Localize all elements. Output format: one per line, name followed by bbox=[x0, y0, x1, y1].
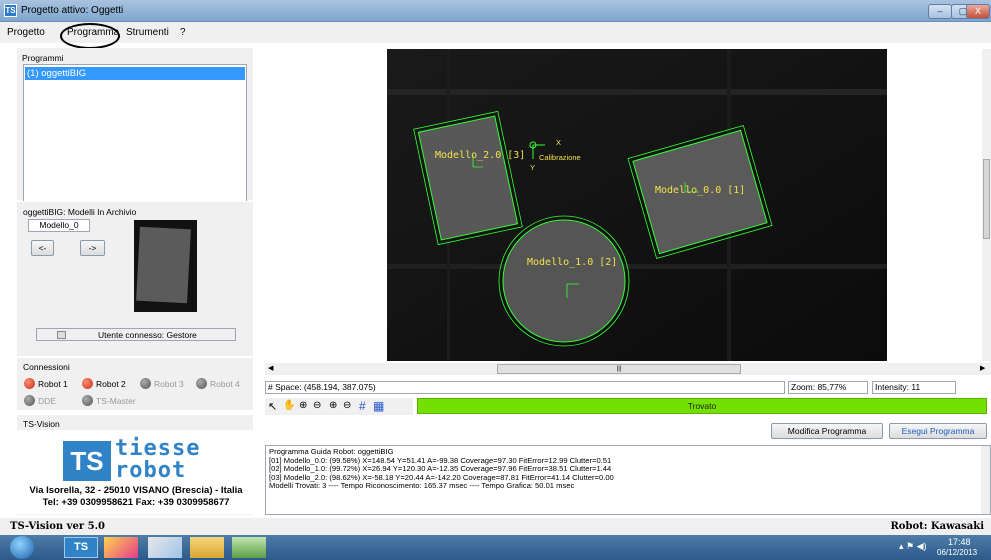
menu-strumenti[interactable]: Strumenti bbox=[126, 27, 169, 38]
dde-label: DDE bbox=[38, 396, 56, 406]
logo-area: TS tiesse robot Via Isorella, 32 - 25010… bbox=[8, 430, 264, 514]
zoom-level[interactable]: Zoom: 85,77% bbox=[788, 381, 868, 394]
programs-title: Programmi bbox=[22, 53, 64, 63]
prev-model-button[interactable]: <- bbox=[31, 240, 54, 256]
tray-flag-icon[interactable]: ▴ ⚑ ◀) bbox=[899, 541, 927, 552]
calib-x-axis-label: X bbox=[556, 138, 562, 147]
clock-time: 17:48 bbox=[948, 537, 971, 547]
hand-icon[interactable]: ✋ bbox=[283, 400, 295, 411]
taskbar-paint-icon[interactable] bbox=[148, 537, 182, 558]
user-label: Utente connesso: Gestore bbox=[98, 330, 197, 340]
label-model-2: Modello_2.0 [3] bbox=[435, 150, 526, 161]
address-line2: Tel: +39 0309958621 Fax: +39 0309958677 bbox=[42, 497, 230, 508]
model-name: Modello_0 bbox=[28, 219, 90, 232]
window-title: Progetto attivo: Oggetti bbox=[21, 5, 124, 16]
zoom-fit-icon[interactable]: ⊕ bbox=[329, 400, 337, 411]
result-status-bar: Trovato bbox=[417, 398, 987, 414]
horizontal-scrollbar[interactable]: ◀ ||| ▶ bbox=[265, 363, 991, 375]
zoom-reset-icon[interactable]: ⊖ bbox=[343, 400, 351, 411]
connections-panel: Connessioni Robot 1 Robot 2 Robot 3 Robo… bbox=[17, 358, 253, 410]
menu-help[interactable]: ? bbox=[180, 27, 186, 38]
footer-bar: TS-Vision ver 5.0 Robot: Kawasaki bbox=[0, 518, 991, 535]
label-model-1: Modello_1.0 [2] bbox=[527, 257, 618, 268]
viewer-margin bbox=[887, 49, 991, 361]
vertical-scroll-thumb[interactable] bbox=[983, 159, 990, 239]
programs-list: (1) oggettiBIG bbox=[23, 64, 247, 206]
next-model-button[interactable]: -> bbox=[80, 240, 105, 256]
menu-bar: Progetto Programma Strumenti ? bbox=[0, 22, 991, 43]
tsvision-title: TS-Vision bbox=[23, 419, 60, 429]
vertical-scrollbar[interactable] bbox=[982, 49, 991, 361]
robot3-status-icon bbox=[140, 378, 151, 389]
camera-view[interactable]: Modello_2.0 [3] Modello_0.0 [1] Modello_… bbox=[387, 49, 890, 361]
highlight-circle bbox=[60, 23, 120, 49]
scroll-right-icon[interactable]: ▶ bbox=[980, 364, 985, 372]
label-model-0: Modello_0.0 [1] bbox=[655, 185, 746, 196]
run-program-button[interactable]: Esegui Programma bbox=[889, 423, 987, 439]
logo-icon: TS bbox=[63, 441, 111, 481]
calib-y-axis-label: Y bbox=[530, 163, 536, 172]
zoom-in-icon[interactable]: ⊕ bbox=[299, 400, 307, 411]
models-panel: oggettiBIG: Modelli In Archivio Modello_… bbox=[17, 201, 253, 356]
taskbar-folder-icon[interactable] bbox=[190, 537, 224, 558]
robot1-status-icon bbox=[24, 378, 35, 389]
address-line1: Via Isorella, 32 - 25010 VISANO (Brescia… bbox=[29, 485, 243, 496]
program-item[interactable]: (1) oggettiBIG bbox=[25, 67, 245, 80]
models-title: oggettiBIG: Modelli In Archivio bbox=[23, 207, 137, 217]
console-scrollbar[interactable] bbox=[981, 446, 990, 514]
dde-status-icon bbox=[24, 395, 35, 406]
tsmaster-status-icon bbox=[82, 395, 93, 406]
connections-title: Connessioni bbox=[23, 362, 70, 372]
clock-date: 06/12/2013 bbox=[937, 548, 978, 557]
robot3-label: Robot 3 bbox=[154, 379, 184, 389]
label-calibration: Calibrazione bbox=[539, 153, 581, 162]
robot2-label: Robot 2 bbox=[96, 379, 126, 389]
pointer-icon[interactable]: ↖ bbox=[268, 400, 277, 413]
scroll-left-icon[interactable]: ◀ bbox=[268, 364, 273, 372]
horizontal-scroll-thumb[interactable]: ||| bbox=[497, 364, 741, 374]
taskbar: TS ▴ ⚑ ◀) 17:48 06/12/2013 bbox=[0, 535, 991, 560]
taskbar-app-icon[interactable] bbox=[104, 537, 138, 558]
robot-label: Robot: Kawasaki bbox=[890, 521, 984, 532]
taskbar-network-icon[interactable] bbox=[232, 537, 266, 558]
close-button[interactable]: X bbox=[966, 4, 990, 19]
zoom-out-icon[interactable]: ⊖ bbox=[313, 400, 321, 411]
version-label: TS-Vision ver 5.0 bbox=[10, 521, 106, 532]
app-icon: TS bbox=[4, 4, 17, 17]
viewer-toolbar: ↖ ✋ ⊕ ⊖ ⊕ ⊖ # ▦ bbox=[265, 398, 413, 415]
minimize-button[interactable]: – bbox=[928, 4, 952, 19]
logo-word-bottom: robot bbox=[115, 458, 187, 483]
grid-icon[interactable]: # bbox=[359, 399, 366, 413]
title-bar: TS Progetto attivo: Oggetti – ▢ X bbox=[0, 0, 991, 22]
user-icon bbox=[57, 331, 66, 339]
model-thumbnail bbox=[134, 220, 197, 312]
console-output: Programma Guida Robot: oggettiBIG [01] M… bbox=[265, 445, 991, 515]
space-coordinates: # Space: (458.194, 387.075) bbox=[265, 381, 785, 394]
robot4-label: Robot 4 bbox=[210, 379, 240, 389]
user-status: Utente connesso: Gestore bbox=[36, 328, 236, 341]
menu-progetto[interactable]: Progetto bbox=[7, 27, 45, 38]
console-line: Modelli Trovati: 3 ---- Tempo Riconoscim… bbox=[269, 481, 575, 491]
detection-overlay bbox=[387, 49, 890, 361]
modify-program-button[interactable]: Modifica Programma bbox=[771, 423, 883, 439]
robot1-label: Robot 1 bbox=[38, 379, 68, 389]
intensity-value: Intensity: 11 bbox=[872, 381, 956, 394]
table-icon[interactable]: ▦ bbox=[373, 399, 384, 413]
robot2-status-icon bbox=[82, 378, 93, 389]
robot4-status-icon bbox=[196, 378, 207, 389]
tsmaster-label: TS-Master bbox=[96, 396, 136, 406]
taskbar-tsvision-icon[interactable]: TS bbox=[64, 537, 98, 558]
start-button[interactable] bbox=[10, 536, 34, 559]
